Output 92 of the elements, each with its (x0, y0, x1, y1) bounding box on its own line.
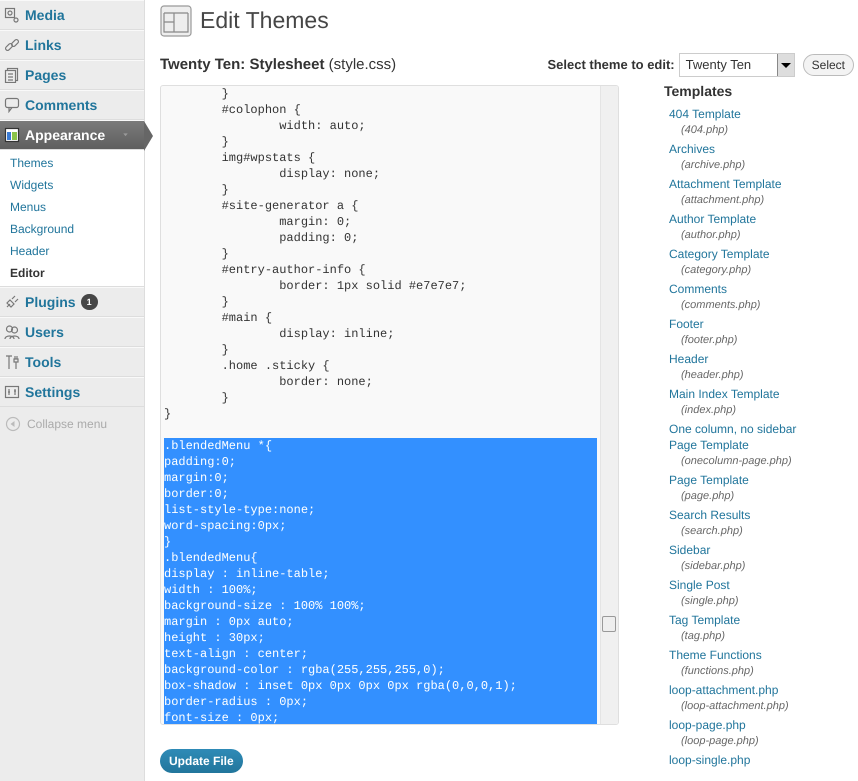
template-filename: (attachment.php) (680, 193, 766, 208)
template-link[interactable]: Main Index Template (664, 386, 809, 402)
submenu-item[interactable]: Widgets (0, 174, 144, 196)
template-link[interactable]: One column, no sidebar Page Template (664, 421, 809, 453)
file-heading: Twenty Ten: Stylesheet (style.css) (160, 54, 396, 75)
code-line: #colophon { (220, 102, 302, 118)
code-line: } (220, 294, 230, 310)
submenu-item[interactable]: Header (0, 240, 144, 262)
template-filename: (comments.php) (680, 298, 762, 313)
template-link[interactable]: Sidebar (664, 542, 809, 558)
template-filename: (author.php) (680, 228, 742, 243)
code-line: } (220, 246, 230, 262)
template-link[interactable]: Search Results (664, 507, 809, 523)
template-filename: (single.php) (680, 594, 740, 609)
code-line: } (220, 134, 230, 150)
code-line: padding: 0; (278, 230, 360, 246)
template-link[interactable]: loop-attachment.php (664, 682, 809, 698)
sidebar-menu-item[interactable]: Tools (0, 347, 144, 377)
scrollbar-thumb[interactable] (602, 616, 616, 632)
template-filename: (tag.php) (680, 629, 726, 644)
template-link[interactable]: Attachment Template (664, 176, 809, 192)
code-line: #entry-author-info { (220, 262, 367, 278)
theme-dropdown[interactable]: Twenty Ten (678, 53, 795, 77)
template-filename: (404.php) (680, 123, 730, 138)
template-link[interactable]: Category Template (664, 246, 809, 262)
submenu-item[interactable]: Editor (0, 262, 144, 284)
page-layout-icon (160, 5, 192, 37)
template-filename: (page.php) (680, 489, 736, 504)
speech-bubble-icon (4, 97, 20, 113)
template-filename: (header.php) (680, 368, 745, 383)
templates-heading: Templates (664, 82, 734, 101)
theme-select-label: Select theme to edit: (548, 56, 675, 74)
update-file-button[interactable]: Update File (160, 749, 243, 773)
template-filename: (index.php) (680, 403, 738, 418)
appearance-icon (4, 127, 20, 143)
code-line: margin: 0; (278, 214, 352, 230)
template-link[interactable]: Tag Template (664, 612, 809, 628)
template-filename: (loop-page.php) (680, 734, 760, 749)
sidebar-menu-item[interactable]: Pages (0, 60, 144, 90)
submenu-item[interactable]: Background (0, 218, 144, 240)
pages-icon (4, 67, 20, 83)
template-filename: (functions.php) (680, 664, 755, 679)
template-link[interactable]: Author Template (664, 211, 809, 227)
chain-link-icon (4, 37, 20, 53)
submenu-item[interactable]: Themes (0, 152, 144, 174)
template-link[interactable]: Single Post (664, 577, 809, 593)
template-filename: (footer.php) (680, 333, 738, 348)
code-line: width: auto; (278, 118, 367, 134)
code-line: } (220, 182, 230, 198)
template-filename: (archive.php) (680, 158, 746, 173)
template-link[interactable]: Page Template (664, 472, 809, 488)
code-line: .home .sticky { (220, 358, 331, 374)
scrollbar[interactable] (600, 86, 618, 724)
code-line: #main { (220, 310, 274, 326)
submenu-item[interactable]: Menus (0, 196, 144, 218)
settings-icon (4, 384, 20, 400)
sidebar-menu-item[interactable]: Media (0, 0, 144, 30)
template-link[interactable]: Theme Functions (664, 647, 809, 663)
code-line: } (220, 342, 230, 358)
sidebar-menu-item[interactable]: Users (0, 317, 144, 347)
media-icon (4, 7, 20, 23)
template-filename: (search.php) (680, 524, 744, 539)
code-line: img#wpstats { (220, 150, 316, 166)
template-link[interactable]: loop-single.php (664, 752, 809, 768)
code-line: display: inline; (278, 326, 396, 342)
sidebar-menu-item[interactable]: Settings (0, 377, 144, 407)
update-count-badge: 1 (80, 294, 98, 310)
template-filename: (onecolumn-page.php) (680, 454, 793, 469)
tools-icon (4, 354, 20, 370)
select-button[interactable]: Select (802, 54, 854, 76)
code-line: } (220, 390, 230, 406)
code-editor[interactable] (160, 85, 619, 725)
sidebar-menu-item[interactable]: Plugins 1 (0, 287, 144, 317)
template-link[interactable]: Archives (664, 141, 809, 157)
template-link[interactable]: Header (664, 351, 809, 367)
code-line: border: none; (278, 374, 374, 390)
plug-icon (4, 294, 20, 310)
sidebar-menu-item[interactable]: Links (0, 30, 144, 60)
code-line: } (164, 406, 172, 422)
code-line: display: none; (278, 166, 382, 182)
template-filename: (category.php) (680, 263, 752, 278)
template-link[interactable]: 404 Template (664, 106, 809, 122)
template-link[interactable]: loop-page.php (664, 717, 809, 733)
template-link[interactable]: Comments (664, 281, 809, 297)
code-line: border: 1px solid #e7e7e7; (278, 278, 468, 294)
code-line: } (220, 86, 230, 102)
template-filename: (sidebar.php) (680, 559, 746, 574)
template-filename: (loop-attachment.php) (680, 699, 790, 714)
users-icon (4, 324, 20, 340)
template-link[interactable]: Footer (664, 316, 809, 332)
page-title: Edit Themes (200, 7, 329, 35)
code-line: #site-generator a { (220, 198, 360, 214)
